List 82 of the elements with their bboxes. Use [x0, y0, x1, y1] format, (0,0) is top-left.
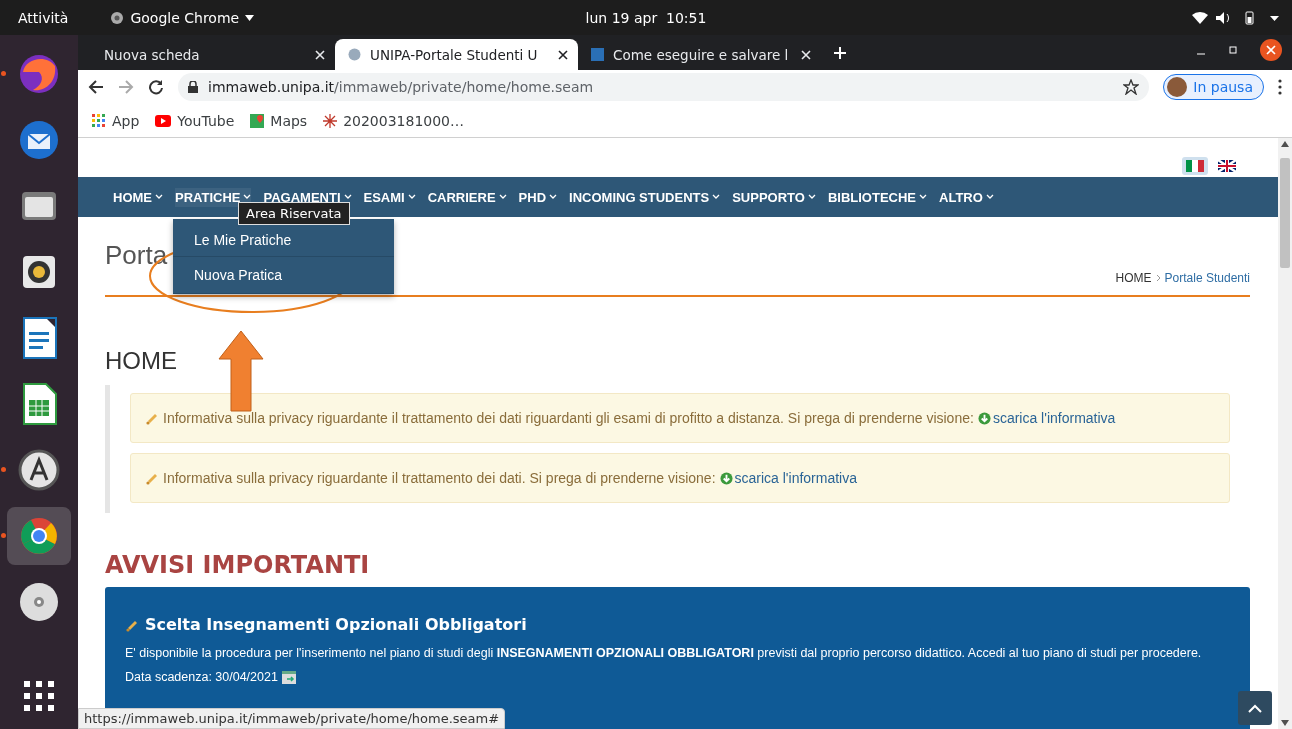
chevron-down-icon — [919, 194, 928, 200]
app-grid-icon — [92, 113, 106, 128]
nav-menu-item[interactable]: SUPPORTO — [732, 187, 816, 207]
profile-button[interactable]: In pausa — [1163, 74, 1264, 100]
privacy-notice: Informativa sulla privacy riguardante il trattamento dei dati. Si prega di prenderne visione: scarica l'informativa — [130, 453, 1230, 503]
chevron-up-icon — [1248, 703, 1262, 713]
deadline-text: Data scadenza: 30/04/2021 — [125, 670, 278, 684]
document-icon[interactable] — [20, 316, 58, 360]
play-icon — [155, 114, 172, 127]
restore-icon[interactable] — [1228, 44, 1238, 55]
chevron-down-icon — [807, 194, 816, 200]
disc-icon[interactable] — [18, 581, 60, 623]
clock[interactable]: lun 19 apr 10:51 — [585, 9, 707, 26]
chevron-down-icon — [407, 194, 416, 200]
nav-menu-item[interactable]: CARRIERE — [427, 187, 507, 207]
breadcrumb-link[interactable]: HOME — [1115, 271, 1152, 285]
nav-menu-item[interactable]: PHD — [518, 187, 558, 207]
scrollbar-thumb[interactable] — [1280, 158, 1290, 268]
star-icon[interactable] — [1123, 79, 1140, 95]
calendar-icon[interactable] — [281, 670, 296, 684]
software-store-icon[interactable] — [18, 449, 60, 491]
nav-menu-item[interactable]: PRATICHE — [175, 187, 252, 207]
bookmark[interactable]: YouTube — [155, 112, 235, 129]
app-grid-icon[interactable] — [24, 681, 54, 711]
chevron-down-icon — [549, 194, 558, 200]
more-options-icon[interactable] — [1278, 79, 1282, 95]
lock-icon — [188, 81, 198, 93]
caret-icon — [245, 14, 255, 21]
browser-tab[interactable]: Come eseguire e salvare l — [578, 39, 821, 70]
activities-button[interactable]: Attività — [18, 9, 69, 26]
reload-icon[interactable] — [148, 79, 164, 95]
tooltip: Area Riservata — [238, 201, 350, 225]
scroll-down-icon[interactable] — [1281, 720, 1289, 726]
globe-icon — [347, 47, 362, 62]
card-text: E' disponibile la procedura per l'inserimento nel piano di studi degli INSEGNAMENTI OPZIONALI OBBLIGATORI previsti dal proprio percorso didattico. Accedi al tuo piano di studi per procedere. — [125, 645, 1203, 662]
important-heading: AVVISI IMPORTANTI — [105, 551, 371, 579]
page-title: Porta — [105, 240, 168, 271]
fox-globe-icon[interactable] — [17, 52, 61, 96]
status-url: https://immaweb.unipa.it/immaweb/private/home/home.seam# — [78, 708, 506, 729]
browser-icon[interactable] — [19, 516, 59, 556]
chevron-down-icon — [712, 194, 721, 200]
bookmark[interactable]: App — [92, 112, 140, 129]
back-to-top-button[interactable] — [1238, 691, 1272, 725]
close-icon[interactable] — [558, 49, 568, 60]
download-icon — [719, 471, 733, 485]
chevron-down-icon — [155, 194, 163, 200]
nav-menu-item[interactable]: BIBLIOTECHE — [827, 187, 928, 207]
bookmark[interactable]: Maps — [250, 112, 308, 129]
app-menu[interactable]: Google Chrome — [110, 9, 255, 26]
breadcrumb-link[interactable]: Portale Studenti — [1164, 271, 1250, 285]
scroll-up-icon[interactable] — [1281, 141, 1289, 147]
nav-menu-item[interactable]: INCOMING STUDENTS — [569, 187, 721, 207]
bookmark[interactable]: 202003181000… — [323, 112, 465, 129]
mail-bird-icon[interactable] — [17, 118, 61, 162]
download-link[interactable]: scarica l'informativa — [977, 410, 1116, 426]
chevron-down-icon — [243, 194, 252, 200]
chevron-down-icon — [343, 194, 352, 200]
map-pin-icon — [250, 113, 265, 128]
browser-tab[interactable]: UNIPA-Portale Studenti U — [335, 39, 578, 70]
browser-icon — [110, 10, 125, 25]
breadcrumb-chevron-icon — [1155, 274, 1161, 282]
italian-flag-icon[interactable] — [1182, 157, 1208, 175]
card-title: Scelta Insegnamenti Opzionali Obbligatori — [145, 615, 527, 634]
spreadsheet-icon[interactable] — [20, 382, 58, 426]
download-link[interactable]: scarica l'informativa — [719, 470, 857, 486]
close-icon[interactable] — [1260, 38, 1282, 61]
privacy-notice: Informativa sulla privacy riguardante il trattamento dei dati riguardanti gli esami di profitto a distanza. Si prega di prenderne visione: scarica l'informativa — [130, 393, 1230, 443]
site-icon — [590, 47, 605, 62]
chevron-down-icon — [498, 194, 507, 200]
download-icon — [977, 411, 991, 425]
asterisk-icon — [323, 113, 338, 128]
nav-menu-item[interactable]: ALTRO — [939, 187, 994, 207]
section-heading: HOME — [105, 347, 178, 375]
chevron-down-icon — [985, 194, 994, 200]
nav-menu-item[interactable]: HOME — [113, 187, 163, 207]
nav-menu-item[interactable]: ESAMI — [363, 187, 416, 207]
plus-icon[interactable] — [833, 45, 847, 60]
back-arrow-icon[interactable] — [88, 79, 104, 95]
dropdown-item[interactable]: Nuova Pratica — [173, 256, 394, 294]
address-bar[interactable]: immaweb.unipa.it/immaweb/private/home/home.seam — [178, 73, 1150, 101]
browser-tab[interactable]: Nuova scheda — [92, 39, 335, 70]
status-icons-drawing[interactable] — [1192, 9, 1282, 26]
